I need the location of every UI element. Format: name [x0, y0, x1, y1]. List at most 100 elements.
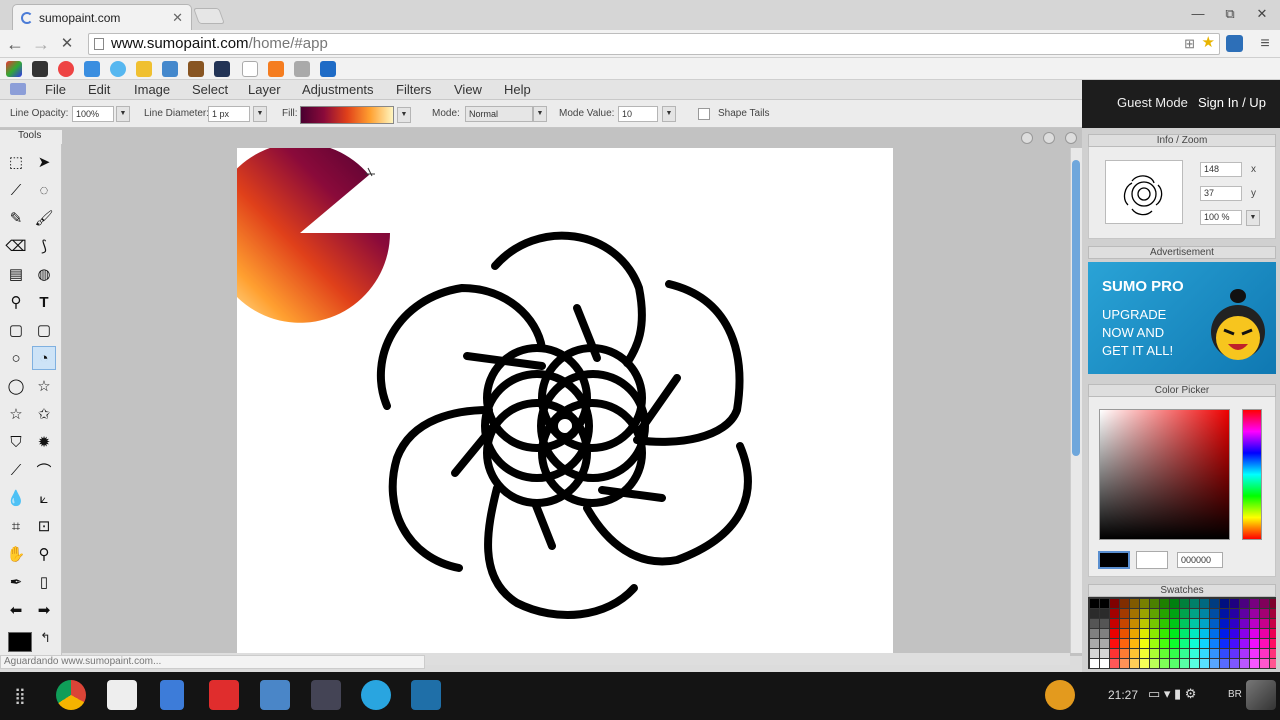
swatch-cell[interactable] [1140, 639, 1149, 648]
files-icon[interactable] [260, 680, 290, 710]
swatch-cell[interactable] [1160, 639, 1169, 648]
swatch-cell[interactable] [1150, 649, 1159, 658]
bookmark-icon[interactable] [136, 61, 152, 77]
swatch-cell[interactable] [1260, 649, 1269, 658]
swatch-cell[interactable] [1140, 619, 1149, 628]
swatch-cell[interactable] [1150, 609, 1159, 618]
swatch-cell[interactable] [1180, 659, 1189, 668]
pencil-tool[interactable]: ✎ [4, 206, 28, 230]
swatch-cell[interactable] [1230, 649, 1239, 658]
restore-panels-icon[interactable] [1043, 132, 1055, 144]
swatch-cell[interactable] [1100, 659, 1109, 668]
swatch-cell[interactable] [1240, 619, 1249, 628]
swatch-cell[interactable] [1110, 649, 1119, 658]
docs-icon[interactable] [160, 680, 184, 710]
bookmark-icon[interactable] [188, 61, 204, 77]
swatch-cell[interactable] [1090, 619, 1099, 628]
swatch-cell[interactable] [1240, 609, 1249, 618]
info-zoom-header[interactable]: Info / Zoom [1088, 134, 1276, 147]
rectangle-select-tool[interactable]: ⬚ [4, 150, 28, 174]
drawing-canvas[interactable] [237, 148, 893, 653]
swatch-cell[interactable] [1230, 619, 1239, 628]
swatch-cell[interactable] [1210, 599, 1219, 608]
swatch-cell[interactable] [1110, 659, 1119, 668]
swatch-cell[interactable] [1130, 639, 1139, 648]
swatch-cell[interactable] [1160, 619, 1169, 628]
swatch-cell[interactable] [1170, 619, 1179, 628]
menu-filters[interactable]: Filters [396, 82, 431, 97]
polygon-star-tool[interactable]: ☆ [4, 402, 28, 426]
curve-tool[interactable]: ⌒ [32, 458, 56, 482]
swatch-cell[interactable] [1100, 599, 1109, 608]
line-opacity-dropdown[interactable]: ▼ [116, 106, 130, 122]
swatch-cell[interactable] [1260, 629, 1269, 638]
swatch-cell[interactable] [1090, 629, 1099, 638]
swatch-cell[interactable] [1260, 639, 1269, 648]
swatch-cell[interactable] [1260, 619, 1269, 628]
swatch-cell[interactable] [1180, 629, 1189, 638]
swatches-header[interactable]: Swatches [1088, 584, 1276, 597]
menu-view[interactable]: View [454, 82, 482, 97]
crop-tool[interactable]: ⌗ [4, 514, 28, 538]
minimize-icon[interactable]: — [1188, 5, 1208, 23]
sumo-pro-advertisement[interactable]: SUMO PRO UPGRADE NOW AND GET IT ALL! [1088, 262, 1276, 374]
swatch-cell[interactable] [1180, 639, 1189, 648]
smudge-tool[interactable]: ⟆ [32, 234, 56, 258]
cylinder-tool[interactable]: ▯ [32, 570, 56, 594]
gradient-tool[interactable]: ▤ [4, 262, 28, 286]
color-picker-header[interactable]: Color Picker [1088, 384, 1276, 397]
swatch-cell[interactable] [1110, 619, 1119, 628]
swatch-cell[interactable] [1100, 619, 1109, 628]
bookmark-icon[interactable] [268, 61, 284, 77]
swatch-cell[interactable] [1130, 659, 1139, 668]
swatch-cell[interactable] [1160, 599, 1169, 608]
mode-select[interactable]: Normal [465, 106, 533, 122]
guest-mode-link[interactable]: Guest Mode [1117, 95, 1188, 110]
swatch-cell[interactable] [1190, 639, 1199, 648]
address-bar[interactable]: www.sumopaint.com/home/#app ⊞ ★ [88, 33, 1220, 55]
swatches-grid[interactable] [1088, 597, 1276, 669]
music-player-icon[interactable] [1045, 680, 1075, 710]
close-tab-icon[interactable]: ✕ [172, 10, 183, 26]
swatch-cell[interactable] [1220, 619, 1229, 628]
shape-tails-checkbox[interactable] [698, 108, 710, 120]
swatch-cell[interactable] [1090, 609, 1099, 618]
menu-help[interactable]: Help [504, 82, 531, 97]
swatch-cell[interactable] [1110, 609, 1119, 618]
swatch-cell[interactable] [1200, 599, 1209, 608]
fill-gradient-swatch[interactable] [300, 106, 394, 124]
mode-value-dropdown[interactable]: ▼ [662, 106, 676, 122]
swatch-cell[interactable] [1120, 629, 1129, 638]
swatch-cell[interactable] [1130, 649, 1139, 658]
back-arrow-icon[interactable]: ← [4, 34, 26, 54]
menu-icon[interactable]: ≡ [1254, 34, 1276, 54]
swatch-cell[interactable] [1250, 649, 1259, 658]
swatch-cell[interactable] [1250, 629, 1259, 638]
line-opacity-input[interactable]: 100% [72, 106, 114, 122]
swatch-cell[interactable] [1150, 629, 1159, 638]
swatch-cell[interactable] [1120, 659, 1129, 668]
swatch-cell[interactable] [1100, 629, 1109, 638]
bookmark-icon[interactable] [58, 61, 74, 77]
swatch-cell[interactable] [1190, 609, 1199, 618]
swatch-cell[interactable] [1220, 599, 1229, 608]
swatch-cell[interactable] [1140, 599, 1149, 608]
vertical-scroll-thumb[interactable] [1072, 160, 1080, 456]
line-diameter-input[interactable]: 1 px [208, 106, 250, 122]
ellipse-tool[interactable]: ○ [4, 346, 28, 370]
magic-wand-tool[interactable]: ⟋ [4, 178, 28, 202]
zoom-tool[interactable]: ⚲ [32, 542, 56, 566]
swatch-cell[interactable] [1240, 649, 1249, 658]
swatch-cell[interactable] [1110, 629, 1119, 638]
swatch-cell[interactable] [1140, 629, 1149, 638]
rectangle-shape-tool[interactable]: ▢ [4, 318, 28, 342]
menu-file[interactable]: File [45, 82, 66, 97]
chrome-icon[interactable] [56, 680, 86, 710]
swatch-cell[interactable] [1110, 599, 1119, 608]
foreground-color-swatch[interactable] [8, 632, 32, 652]
gmail-icon[interactable] [107, 680, 137, 710]
sign-in-link[interactable]: Sign In / Up [1198, 95, 1266, 110]
swatch-cell[interactable] [1260, 609, 1269, 618]
swatch-cell[interactable] [1200, 659, 1209, 668]
gear-shape-tool[interactable]: ✹ [32, 430, 56, 454]
